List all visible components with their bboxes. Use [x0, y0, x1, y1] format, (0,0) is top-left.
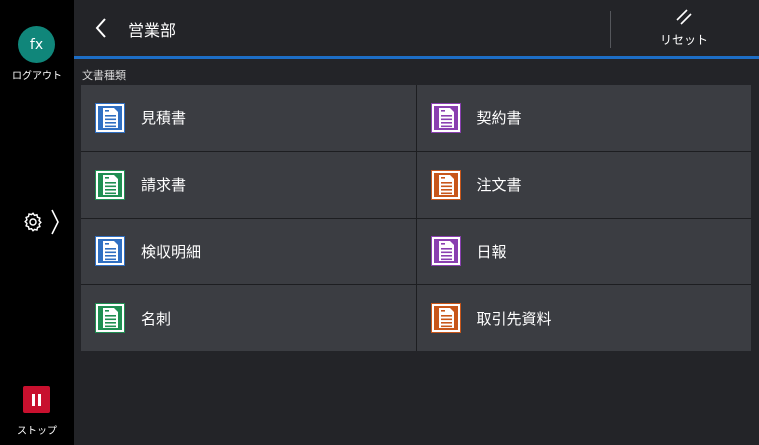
- document-icon: [95, 236, 125, 267]
- doc-type-button[interactable]: 名刺: [81, 285, 416, 351]
- stop-button[interactable]: [23, 386, 50, 413]
- logout-label[interactable]: ログアウト: [0, 67, 74, 82]
- section-label: 文書種類: [82, 69, 126, 82]
- settings-button[interactable]: [22, 207, 70, 237]
- doc-type-button[interactable]: 日報: [416, 218, 751, 285]
- document-icon: [430, 169, 461, 200]
- back-button[interactable]: [92, 16, 112, 40]
- doc-type-label: 見積書: [141, 109, 187, 128]
- document-icon: [95, 303, 125, 334]
- chevron-right-icon: [51, 209, 59, 235]
- doc-type-button[interactable]: 検収明細: [81, 218, 416, 285]
- doc-type-button[interactable]: 注文書: [416, 151, 751, 218]
- document-icon: [430, 102, 461, 133]
- stop-bar: [38, 393, 41, 406]
- stop-label: ストップ: [17, 426, 57, 437]
- doc-type-label: 契約書: [476, 109, 522, 128]
- header-divider: [610, 11, 611, 48]
- doc-type-label: 日報: [476, 242, 507, 261]
- document-icon: [430, 236, 461, 267]
- doc-type-button[interactable]: 見積書: [81, 85, 416, 151]
- header-bar: 営業部 リセット: [74, 0, 759, 59]
- reset-icon: [676, 9, 692, 25]
- doc-type-label: 請求書: [141, 176, 187, 195]
- doc-type-label: 注文書: [476, 176, 522, 195]
- gear-icon: [24, 212, 42, 232]
- doc-type-label: 取引先資料: [476, 309, 552, 328]
- document-icon: [430, 303, 461, 334]
- chevron-left-icon: [95, 18, 106, 38]
- left-sidebar: fx ログアウト ストップ: [0, 0, 74, 445]
- stop-bar: [32, 393, 35, 406]
- doc-type-button[interactable]: 契約書: [416, 85, 751, 151]
- reset-button[interactable]: リセット: [644, 7, 724, 53]
- doc-type-button[interactable]: 取引先資料: [416, 285, 751, 351]
- doc-type-button[interactable]: 請求書: [81, 151, 416, 218]
- document-icon: [95, 102, 125, 133]
- document-icon: [95, 169, 125, 200]
- doc-type-label: 検収明細: [141, 242, 202, 261]
- page-title: 営業部: [128, 21, 177, 40]
- doc-type-grid: 見積書 契約書請求書 注文書検収明細 日報名刺 取引先資料: [81, 85, 751, 351]
- doc-type-label: 名刺: [141, 309, 172, 328]
- user-avatar[interactable]: fx: [18, 26, 55, 63]
- reset-label: リセット: [659, 33, 708, 47]
